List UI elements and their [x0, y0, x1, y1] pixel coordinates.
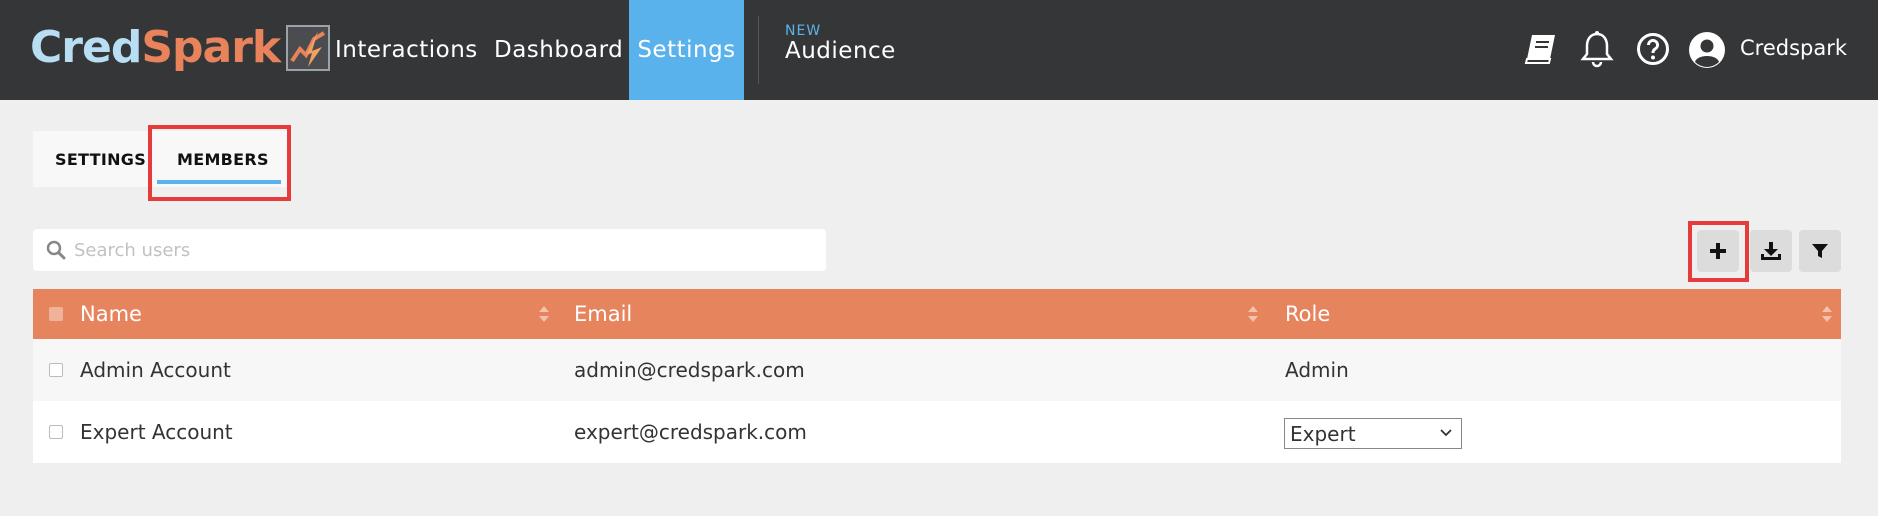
table-row: Expert Account expert@credspark.com Expe…: [33, 401, 1841, 463]
sort-icon[interactable]: [1247, 304, 1259, 324]
bell-icon[interactable]: [1578, 30, 1616, 68]
nav-dashboard-label: Dashboard: [494, 37, 624, 63]
role-select-value: Expert: [1290, 421, 1356, 446]
search-icon: [46, 240, 66, 260]
nav-interactions[interactable]: Interactions: [321, 0, 492, 100]
member-name: Admin Account: [80, 358, 231, 382]
logo-text-cred: Cred: [30, 22, 142, 73]
add-button-highlight: [1688, 221, 1749, 282]
nav-dashboard[interactable]: Dashboard: [480, 0, 637, 100]
sort-icon[interactable]: [1821, 304, 1833, 324]
nav-interactions-label: Interactions: [335, 37, 478, 63]
nav-settings[interactable]: Settings: [629, 0, 744, 100]
tab-settings[interactable]: SETTINGS: [55, 131, 146, 187]
download-button[interactable]: [1750, 230, 1792, 272]
role-select[interactable]: Expert: [1284, 418, 1462, 449]
member-email: admin@credspark.com: [574, 358, 805, 382]
tab-settings-label: SETTINGS: [55, 149, 147, 169]
top-navigation-bar: CredSpark Interactions Dashboard Setting…: [0, 0, 1878, 100]
column-header-role-label: Role: [1285, 302, 1331, 326]
nav-new-badge: NEW: [785, 23, 822, 39]
download-icon: [1761, 242, 1781, 260]
column-header-email-label: Email: [574, 302, 633, 326]
member-role: Admin: [1285, 358, 1349, 382]
members-tab-highlight: [148, 125, 291, 201]
column-header-name[interactable]: Name: [80, 289, 142, 339]
book-icon[interactable]: [1522, 30, 1560, 68]
search-box: [33, 229, 826, 271]
nav-divider: [758, 16, 759, 84]
table-header: Name Email Role: [33, 289, 1841, 339]
nav-audience[interactable]: Audience: [785, 38, 896, 64]
filter-button[interactable]: [1799, 230, 1841, 272]
search-input[interactable]: [74, 239, 774, 261]
credspark-logo[interactable]: CredSpark: [30, 20, 331, 76]
user-name[interactable]: Credspark: [1740, 36, 1847, 60]
column-header-email[interactable]: Email: [574, 289, 632, 339]
row-checkbox[interactable]: [49, 425, 63, 439]
sort-icon[interactable]: [538, 304, 550, 324]
filter-icon: [1812, 244, 1828, 258]
row-checkbox[interactable]: [49, 363, 63, 377]
chevron-down-icon: [1440, 429, 1452, 437]
column-header-name-label: Name: [80, 302, 142, 326]
user-avatar-icon[interactable]: [1687, 30, 1727, 70]
table-row: Admin Account admin@credspark.com Admin: [33, 339, 1841, 401]
select-all-checkbox[interactable]: [49, 307, 63, 321]
nav-settings-label: Settings: [637, 37, 736, 63]
member-name: Expert Account: [80, 420, 233, 444]
logo-text-spark: Spark: [141, 22, 281, 73]
column-header-role[interactable]: Role: [1285, 289, 1330, 339]
member-email: expert@credspark.com: [574, 420, 807, 444]
question-circle-icon[interactable]: [1634, 30, 1672, 68]
members-table: Name Email Role Admin Account admin@cred…: [33, 289, 1841, 463]
